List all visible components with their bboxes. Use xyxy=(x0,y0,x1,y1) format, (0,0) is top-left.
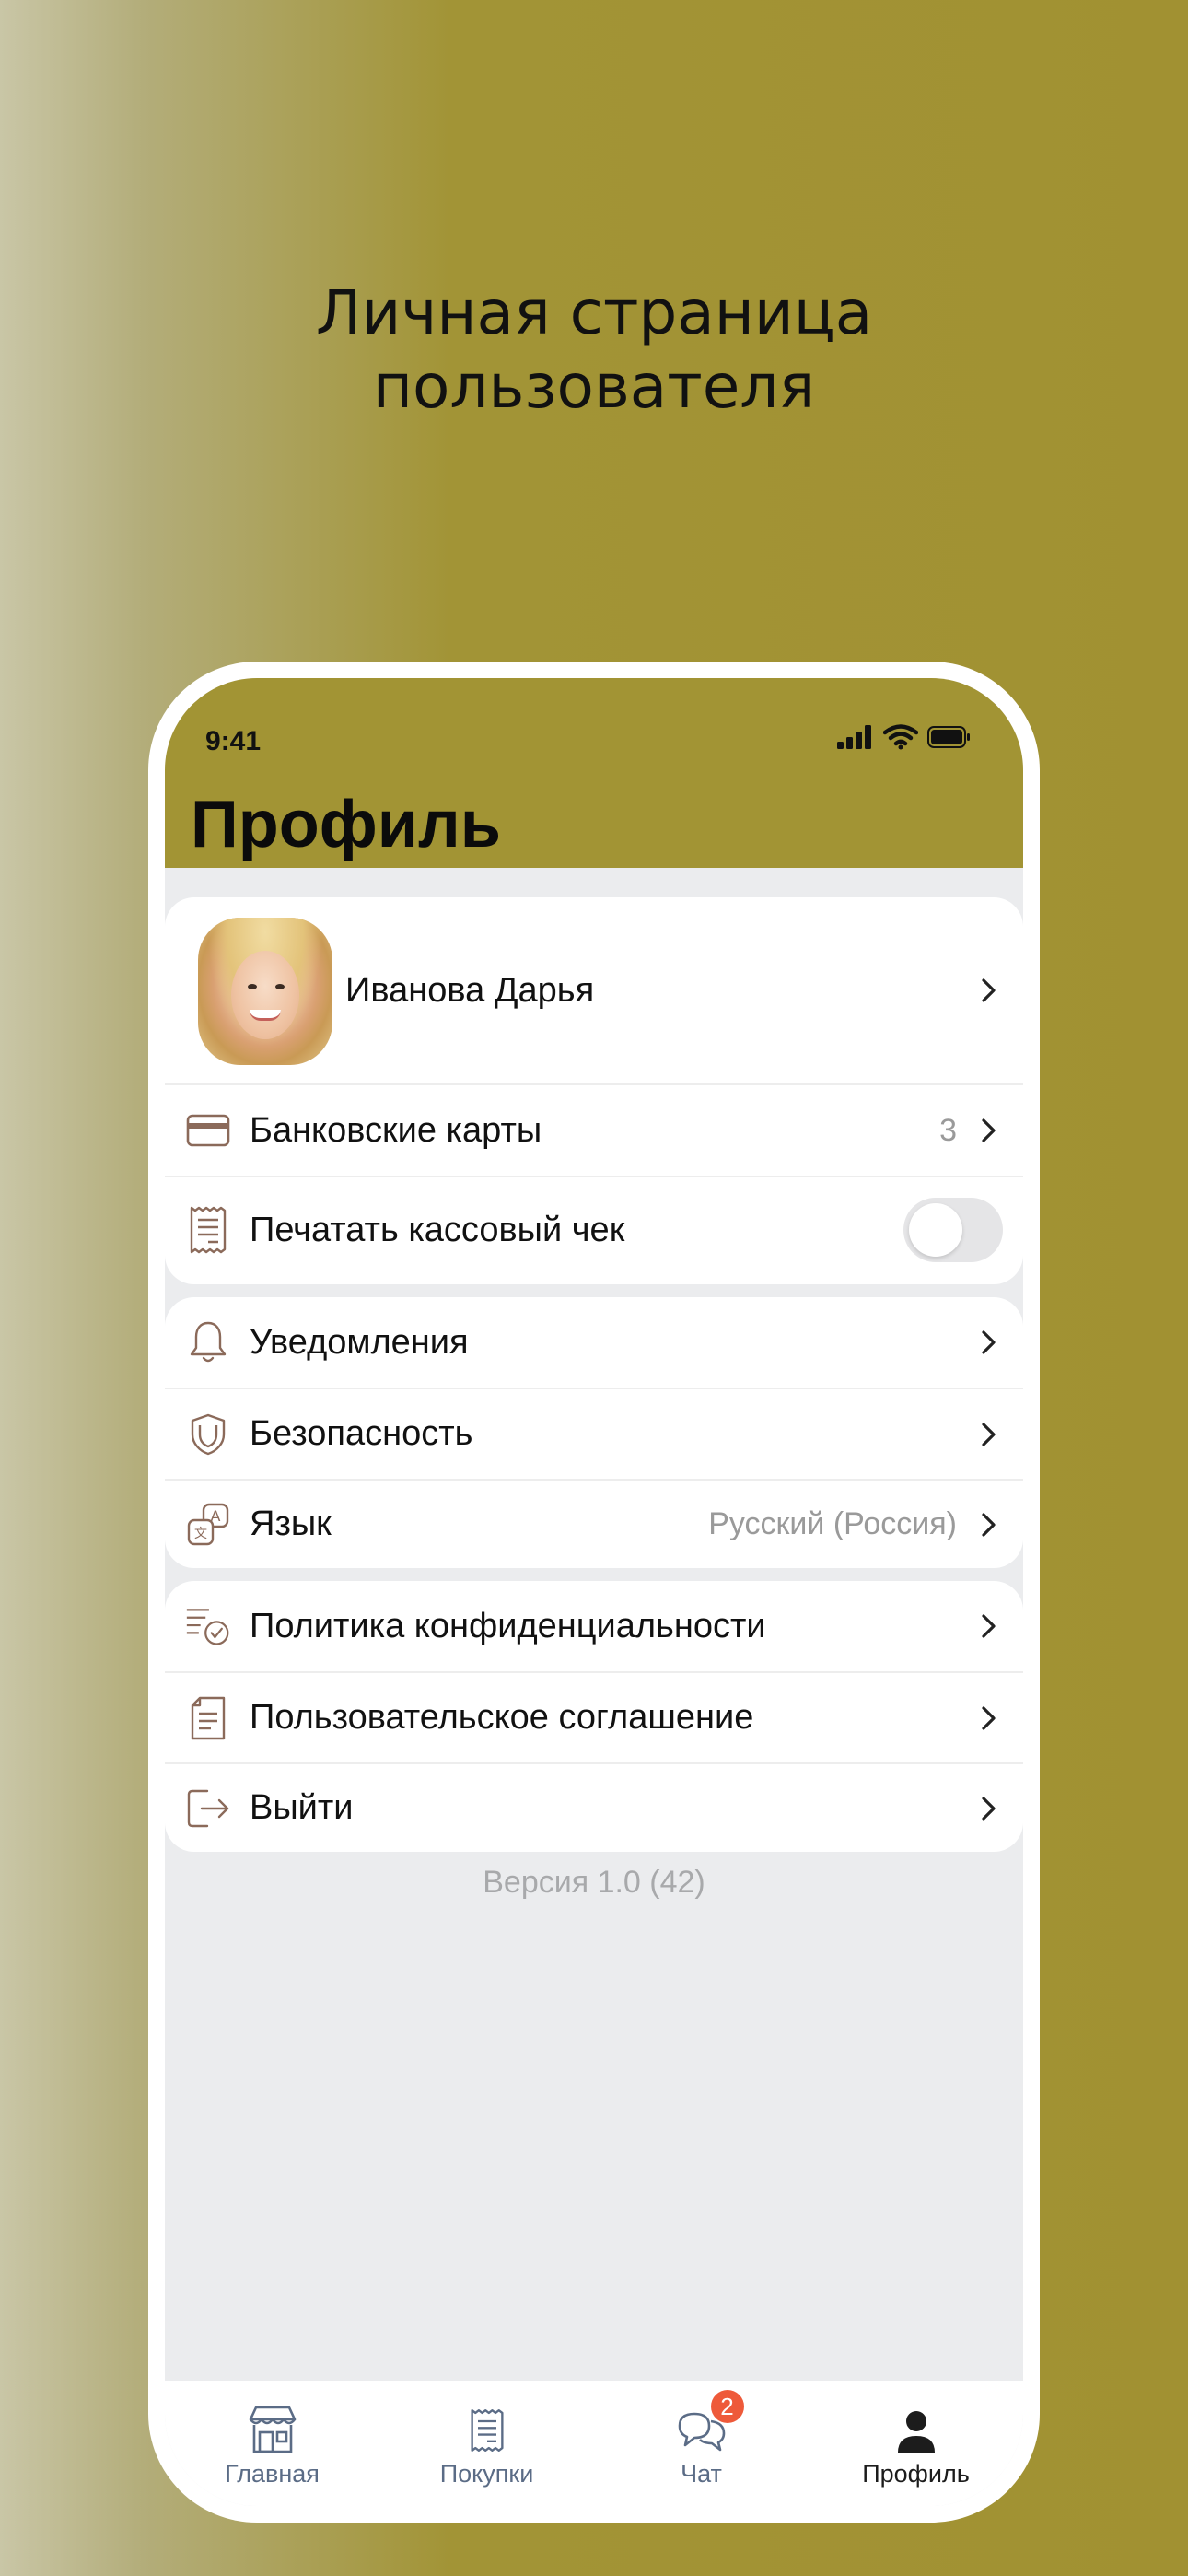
security-label: Безопасность xyxy=(250,1414,473,1453)
headline: Личная страница пользователя xyxy=(0,276,1188,424)
tab-chat[interactable]: 2 Чат xyxy=(594,2381,809,2506)
tab-purchases[interactable]: Покупки xyxy=(379,2381,594,2506)
tab-purchases-label: Покупки xyxy=(439,2460,534,2488)
bank-cards-row[interactable]: Банковские карты 3 xyxy=(165,1083,1023,1176)
security-row[interactable]: Безопасность xyxy=(165,1388,1023,1479)
avatar xyxy=(198,918,332,1065)
shield-icon xyxy=(185,1411,231,1458)
print-receipt-row: Печатать кассовый чек xyxy=(165,1176,1023,1282)
headline-line-1: Личная страница xyxy=(315,277,873,348)
print-receipt-toggle[interactable] xyxy=(903,1198,1003,1262)
status-icons xyxy=(837,724,972,750)
status-time: 9:41 xyxy=(205,726,262,756)
headline-line-2: пользователя xyxy=(372,351,816,422)
translate-icon: A文 xyxy=(185,1502,231,1548)
chevron-right-icon xyxy=(982,1118,996,1142)
chevron-right-icon xyxy=(982,978,996,1002)
chevron-right-icon xyxy=(982,1422,996,1446)
profile-card: Иванова Дарья Банковские карты 3 Печатат… xyxy=(165,897,1023,1284)
tab-bar: Главная Покупки 2 Чат Профиль xyxy=(165,2381,1023,2506)
person-icon xyxy=(889,2403,944,2454)
svg-text:文: 文 xyxy=(194,1527,207,1541)
document-icon xyxy=(185,1695,231,1741)
bank-cards-label: Банковские карты xyxy=(250,1110,542,1150)
phone-frame: 9:41 Профиль Иванова Дарья Банковские ка… xyxy=(148,662,1040,2523)
page-title: Профиль xyxy=(191,788,501,861)
privacy-policy-row[interactable]: Политика конфиденциальности xyxy=(165,1581,1023,1671)
policy-check-icon xyxy=(185,1603,231,1649)
tab-home-label: Главная xyxy=(225,2460,320,2488)
user-agreement-row[interactable]: Пользовательское соглашение xyxy=(165,1671,1023,1762)
chevron-right-icon xyxy=(982,1614,996,1638)
notifications-label: Уведомления xyxy=(250,1322,469,1362)
credit-card-icon xyxy=(185,1107,231,1153)
tab-profile[interactable]: Профиль xyxy=(809,2381,1023,2506)
language-label: Язык xyxy=(250,1505,332,1543)
bell-icon xyxy=(185,1319,231,1365)
profile-row[interactable]: Иванова Дарья xyxy=(165,897,1023,1083)
legal-card: Политика конфиденциальности Пользователь… xyxy=(165,1581,1023,1852)
tab-profile-label: Профиль xyxy=(862,2460,970,2488)
logout-row[interactable]: Выйти xyxy=(165,1762,1023,1852)
language-value: Русский (Россия) xyxy=(708,1506,957,1541)
user-agreement-label: Пользовательское соглашение xyxy=(250,1698,754,1737)
signal-icon xyxy=(837,725,871,749)
notifications-row[interactable]: Уведомления xyxy=(165,1297,1023,1388)
settings-card: Уведомления Безопасность A文 Язык Русский… xyxy=(165,1297,1023,1568)
privacy-policy-label: Политика конфиденциальности xyxy=(250,1606,766,1645)
chevron-right-icon xyxy=(982,1330,996,1354)
header-area: 9:41 Профиль xyxy=(165,678,1023,868)
phone-screen: 9:41 Профиль Иванова Дарья Банковские ка… xyxy=(165,678,1023,2506)
profile-name: Иванова Дарья xyxy=(345,970,595,1010)
receipt-icon xyxy=(185,1206,231,1254)
language-row[interactable]: A文 Язык Русский (Россия) xyxy=(165,1479,1023,1568)
app-version: Версия 1.0 (42) xyxy=(483,1865,705,1900)
tab-home[interactable]: Главная xyxy=(165,2381,379,2506)
receipt-icon xyxy=(460,2403,515,2454)
chevron-right-icon xyxy=(982,1705,996,1730)
chat-badge: 2 xyxy=(710,2390,744,2423)
chevron-right-icon xyxy=(982,1796,996,1821)
wifi-icon xyxy=(883,724,918,750)
chevron-right-icon xyxy=(982,1512,996,1537)
bank-cards-count: 3 xyxy=(939,1112,957,1148)
toggle-knob xyxy=(909,1203,962,1257)
logout-label: Выйти xyxy=(250,1788,354,1827)
logout-icon xyxy=(185,1786,231,1832)
print-receipt-label: Печатать кассовый чек xyxy=(250,1210,625,1249)
tab-chat-label: Чат xyxy=(681,2460,722,2488)
battery-icon xyxy=(927,726,970,748)
store-icon xyxy=(245,2403,300,2454)
